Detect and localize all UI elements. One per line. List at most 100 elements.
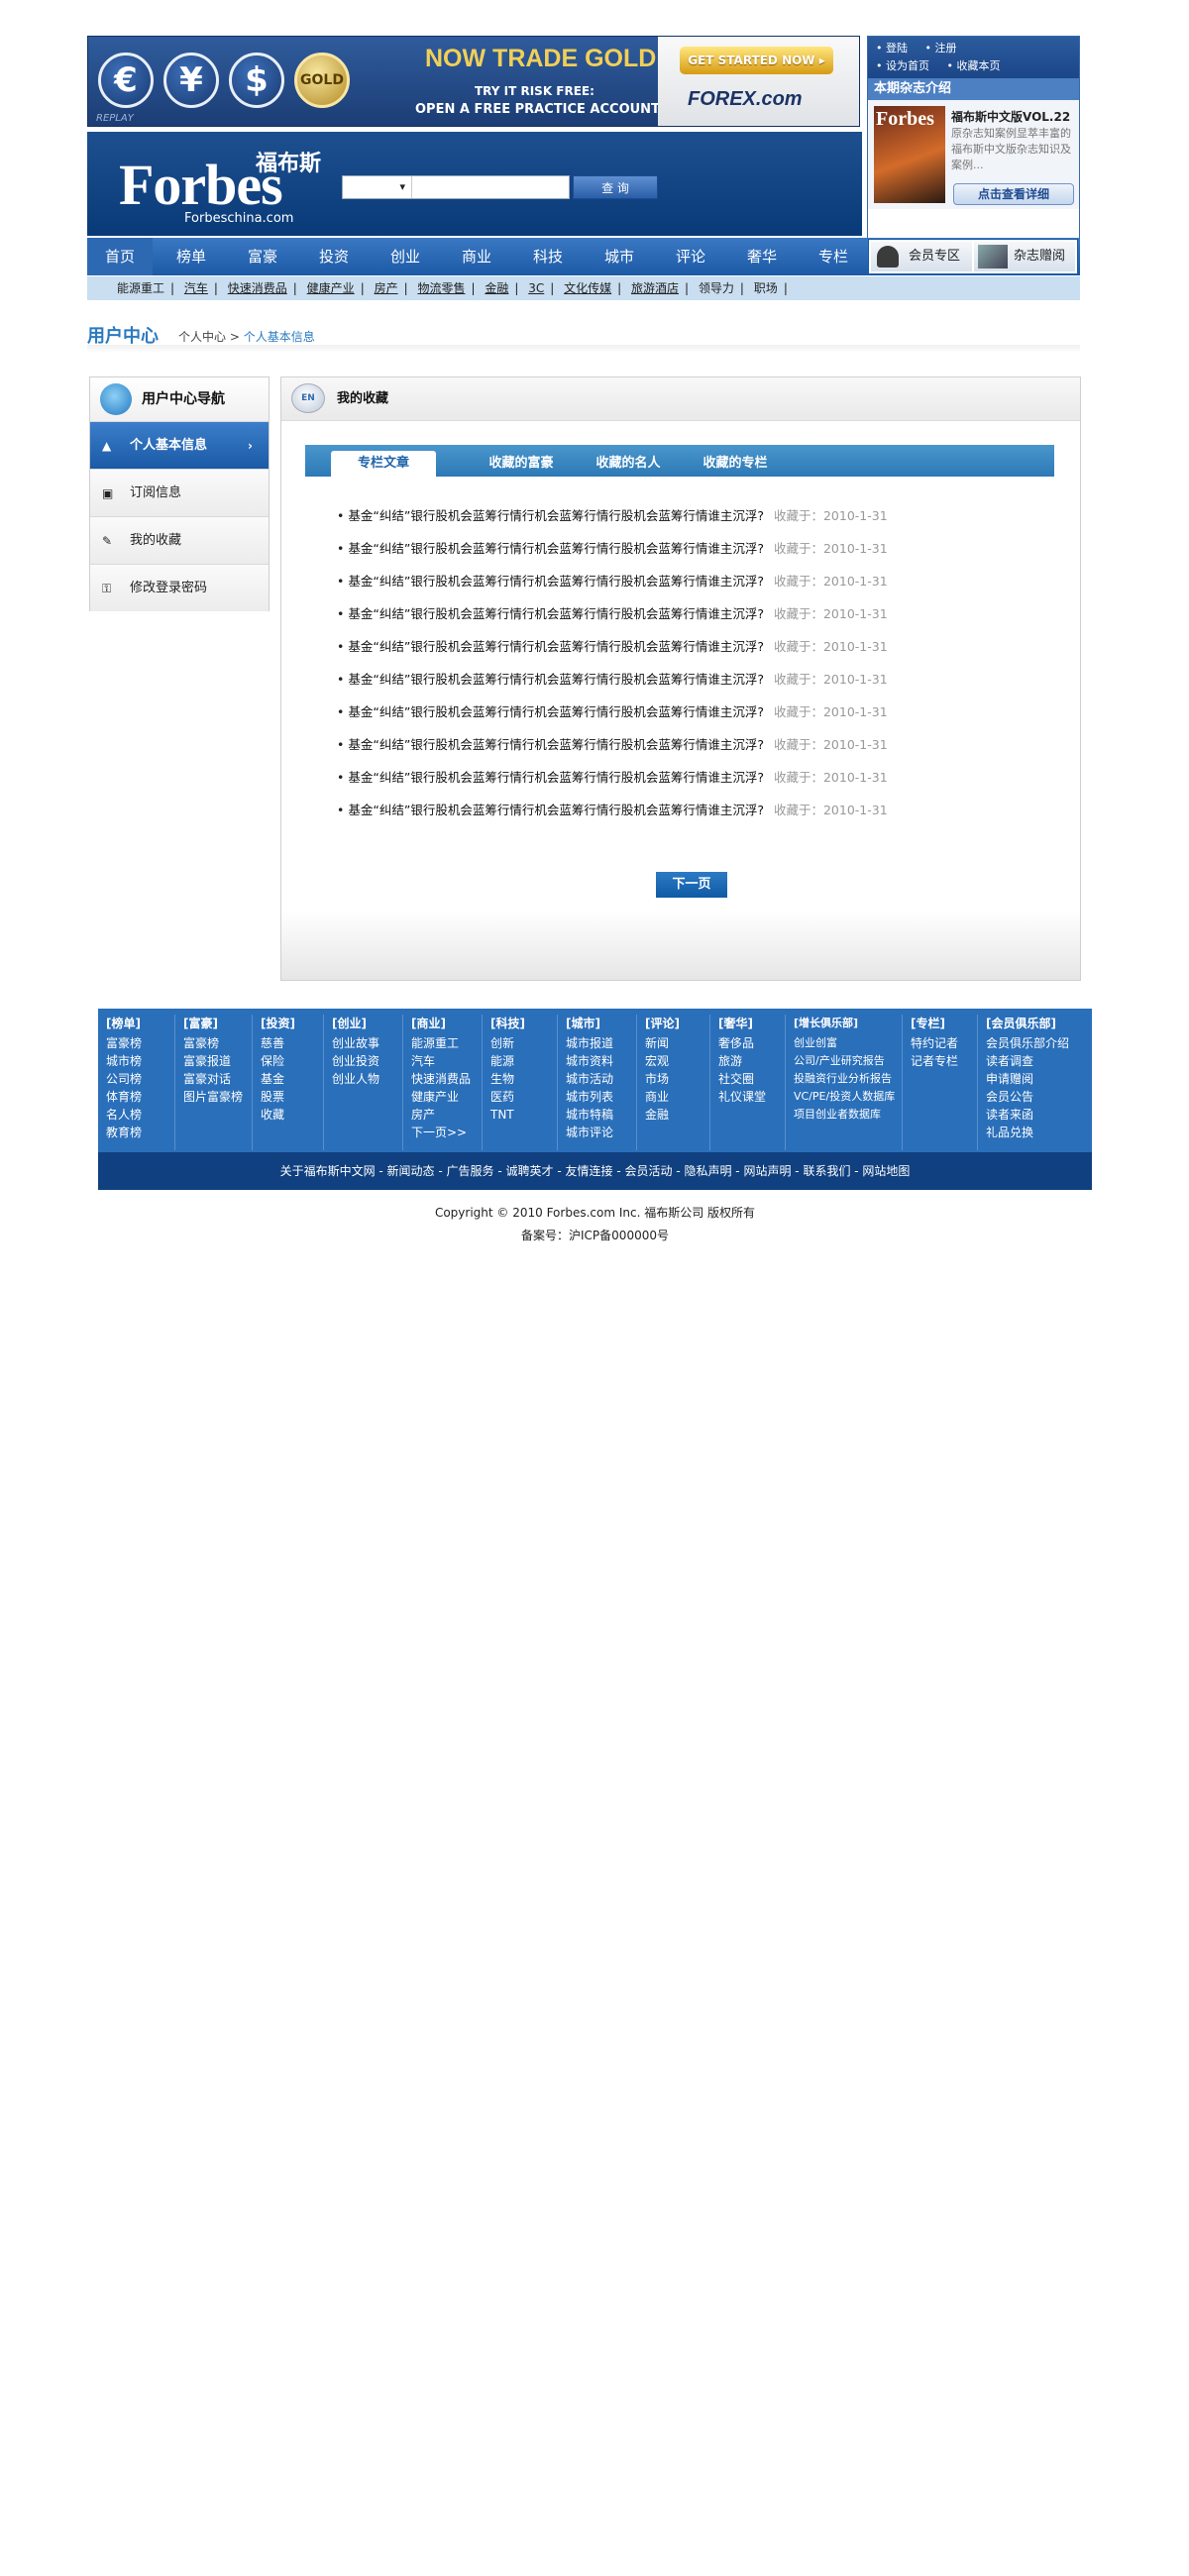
footer-link[interactable]: 投融资行业分析报告 <box>794 1070 902 1088</box>
get-started-button[interactable]: GET STARTED NOW ▸ <box>680 47 833 74</box>
footer-bottom-link[interactable]: 联系我们 <box>803 1164 850 1178</box>
footer-link[interactable]: 汽车 <box>411 1052 482 1070</box>
footer-bottom-link[interactable]: 关于福布斯中文网 <box>280 1164 376 1178</box>
footer-link[interactable]: 创业创富 <box>794 1034 902 1052</box>
footer-link[interactable]: 基金 <box>261 1070 323 1088</box>
nav-rankings[interactable]: 榜单 <box>159 238 224 275</box>
subnav-item[interactable]: 3C <box>528 281 544 295</box>
search-input[interactable]: ▾ <box>342 175 570 199</box>
footer-link[interactable]: 城市榜 <box>106 1052 174 1070</box>
search-button[interactable]: 查 询 <box>573 175 658 199</box>
next-page-button[interactable]: 下一页 <box>656 872 727 898</box>
subnav-item[interactable]: 金融 <box>485 281 508 295</box>
footer-column-heading[interactable]: [专栏] <box>911 1015 977 1032</box>
favorite-title-link[interactable]: 基金“纠结”银行股机会蓝筹行情行机会蓝筹行情行股机会蓝筹行情谁主沉浮? <box>348 574 764 589</box>
replay-label[interactable]: REPLAY <box>96 113 134 124</box>
footer-column-heading[interactable]: [科技] <box>490 1015 557 1032</box>
footer-link[interactable]: 城市资料 <box>566 1052 636 1070</box>
footer-link[interactable]: 金融 <box>645 1106 709 1124</box>
footer-link[interactable]: 城市评论 <box>566 1124 636 1141</box>
footer-link[interactable]: 健康产业 <box>411 1088 482 1106</box>
footer-link[interactable]: 旅游 <box>718 1052 785 1070</box>
footer-link[interactable]: 特约记者 <box>911 1034 977 1052</box>
bookmark-link[interactable]: • 收藏本页 <box>947 59 1001 72</box>
footer-link[interactable]: 创业投资 <box>332 1052 402 1070</box>
footer-link[interactable]: 创业故事 <box>332 1034 402 1052</box>
footer-link[interactable]: 图片富豪榜 <box>183 1088 252 1106</box>
nav-city[interactable]: 城市 <box>587 238 652 275</box>
footer-column-heading[interactable]: [富豪] <box>183 1015 252 1032</box>
footer-bottom-link[interactable]: 隐私声明 <box>684 1164 731 1178</box>
nav-columns[interactable]: 专栏 <box>801 238 866 275</box>
sidebar-item-profile[interactable]: ▲ 个人基本信息 › <box>90 421 269 469</box>
footer-bottom-link[interactable]: 网站声明 <box>743 1164 791 1178</box>
footer-link[interactable]: 公司/产业研究报告 <box>794 1052 902 1070</box>
footer-link[interactable]: 市场 <box>645 1070 709 1088</box>
nav-home[interactable]: 首页 <box>87 238 153 275</box>
footer-link[interactable]: 房产 <box>411 1106 482 1124</box>
footer-link[interactable]: 富豪对话 <box>183 1070 252 1088</box>
footer-link[interactable]: 股票 <box>261 1088 323 1106</box>
footer-link[interactable]: 项目创业者数据库 <box>794 1106 902 1124</box>
footer-link[interactable]: 名人榜 <box>106 1106 174 1124</box>
magazine-title[interactable]: 福布斯中文版VOL.22 <box>951 108 1070 125</box>
footer-link[interactable]: 富豪榜 <box>183 1034 252 1052</box>
sidebar-item-favorites[interactable]: ✎ 我的收藏 <box>90 516 269 564</box>
tab-saved-celebrities[interactable]: 收藏的名人 <box>579 451 678 477</box>
footer-bottom-link[interactable]: 会员活动 <box>624 1164 672 1178</box>
footer-bottom-link[interactable]: 广告服务 <box>447 1164 494 1178</box>
footer-link[interactable]: 创业人物 <box>332 1070 402 1088</box>
footer-link[interactable]: 记者专栏 <box>911 1052 977 1070</box>
footer-link[interactable]: 能源 <box>490 1052 557 1070</box>
favorite-title-link[interactable]: 基金“纠结”银行股机会蓝筹行情行机会蓝筹行情行股机会蓝筹行情谁主沉浮? <box>348 508 764 523</box>
footer-column-heading[interactable]: [商业] <box>411 1015 482 1032</box>
footer-link[interactable]: 宏观 <box>645 1052 709 1070</box>
footer-column-heading[interactable]: [会员俱乐部] <box>986 1015 1092 1032</box>
nav-startup[interactable]: 创业 <box>373 238 438 275</box>
set-homepage-link[interactable]: • 设为首页 <box>876 59 929 72</box>
footer-link[interactable]: 快速消费品 <box>411 1070 482 1088</box>
footer-link[interactable]: 保险 <box>261 1052 323 1070</box>
footer-link[interactable]: 创新 <box>490 1034 557 1052</box>
sidebar-item-subscriptions[interactable]: ▣ 订阅信息 <box>90 469 269 516</box>
footer-link[interactable]: 读者调查 <box>986 1052 1092 1070</box>
footer-bottom-link[interactable]: 网站地图 <box>862 1164 910 1178</box>
subnav-item[interactable]: 文化传媒 <box>564 281 611 295</box>
login-link[interactable]: • 登陆 <box>876 42 908 54</box>
nav-luxury[interactable]: 奢华 <box>729 238 795 275</box>
favorite-title-link[interactable]: 基金“纠结”银行股机会蓝筹行情行机会蓝筹行情行股机会蓝筹行情谁主沉浮? <box>348 541 764 556</box>
footer-link[interactable]: VC/PE/投资人数据库 <box>794 1088 902 1106</box>
breadcrumb-parent[interactable]: 个人中心 <box>178 330 226 344</box>
footer-link[interactable]: 富豪榜 <box>106 1034 174 1052</box>
footer-bottom-link[interactable]: 新闻动态 <box>387 1164 435 1178</box>
footer-column-heading[interactable]: [评论] <box>645 1015 709 1032</box>
favorite-title-link[interactable]: 基金“纠结”银行股机会蓝筹行情行机会蓝筹行情行股机会蓝筹行情谁主沉浮? <box>348 803 764 817</box>
gold-trading-banner-ad[interactable]: € ¥ $ GOLD REPLAY NOW TRADE GOLD TRY IT … <box>87 36 860 127</box>
footer-link[interactable]: 新闻 <box>645 1034 709 1052</box>
subnav-item[interactable]: 能源重工 <box>117 281 164 295</box>
footer-link[interactable]: 礼品兑换 <box>986 1124 1092 1141</box>
footer-link[interactable]: 生物 <box>490 1070 557 1088</box>
footer-link[interactable]: 读者来函 <box>986 1106 1092 1124</box>
footer-link[interactable]: TNT <box>490 1106 557 1124</box>
footer-link[interactable]: 慈善 <box>261 1034 323 1052</box>
footer-link[interactable]: 城市活动 <box>566 1070 636 1088</box>
footer-link[interactable]: 奢侈品 <box>718 1034 785 1052</box>
footer-link[interactable]: 体育榜 <box>106 1088 174 1106</box>
favorite-title-link[interactable]: 基金“纠结”银行股机会蓝筹行情行机会蓝筹行情行股机会蓝筹行情谁主沉浮? <box>348 639 764 654</box>
footer-link[interactable]: 城市报道 <box>566 1034 636 1052</box>
footer-column-heading[interactable]: [榜单] <box>106 1015 174 1032</box>
favorite-title-link[interactable]: 基金“纠结”银行股机会蓝筹行情行机会蓝筹行情行股机会蓝筹行情谁主沉浮? <box>348 672 764 687</box>
tab-column-articles[interactable]: 专栏文章 <box>331 451 436 477</box>
footer-link[interactable]: 收藏 <box>261 1106 323 1124</box>
subnav-item[interactable]: 健康产业 <box>307 281 355 295</box>
subnav-item[interactable]: 旅游酒店 <box>631 281 679 295</box>
tab-saved-columns[interactable]: 收藏的专栏 <box>686 451 785 477</box>
subnav-item[interactable]: 快速消费品 <box>228 281 287 295</box>
view-details-button[interactable]: 点击查看详细 <box>953 183 1074 205</box>
nav-investment[interactable]: 投资 <box>301 238 367 275</box>
footer-bottom-link[interactable]: 友情连接 <box>566 1164 613 1178</box>
footer-link[interactable]: 医药 <box>490 1088 557 1106</box>
footer-link[interactable]: 公司榜 <box>106 1070 174 1088</box>
footer-bottom-link[interactable]: 诚聘英才 <box>506 1164 554 1178</box>
